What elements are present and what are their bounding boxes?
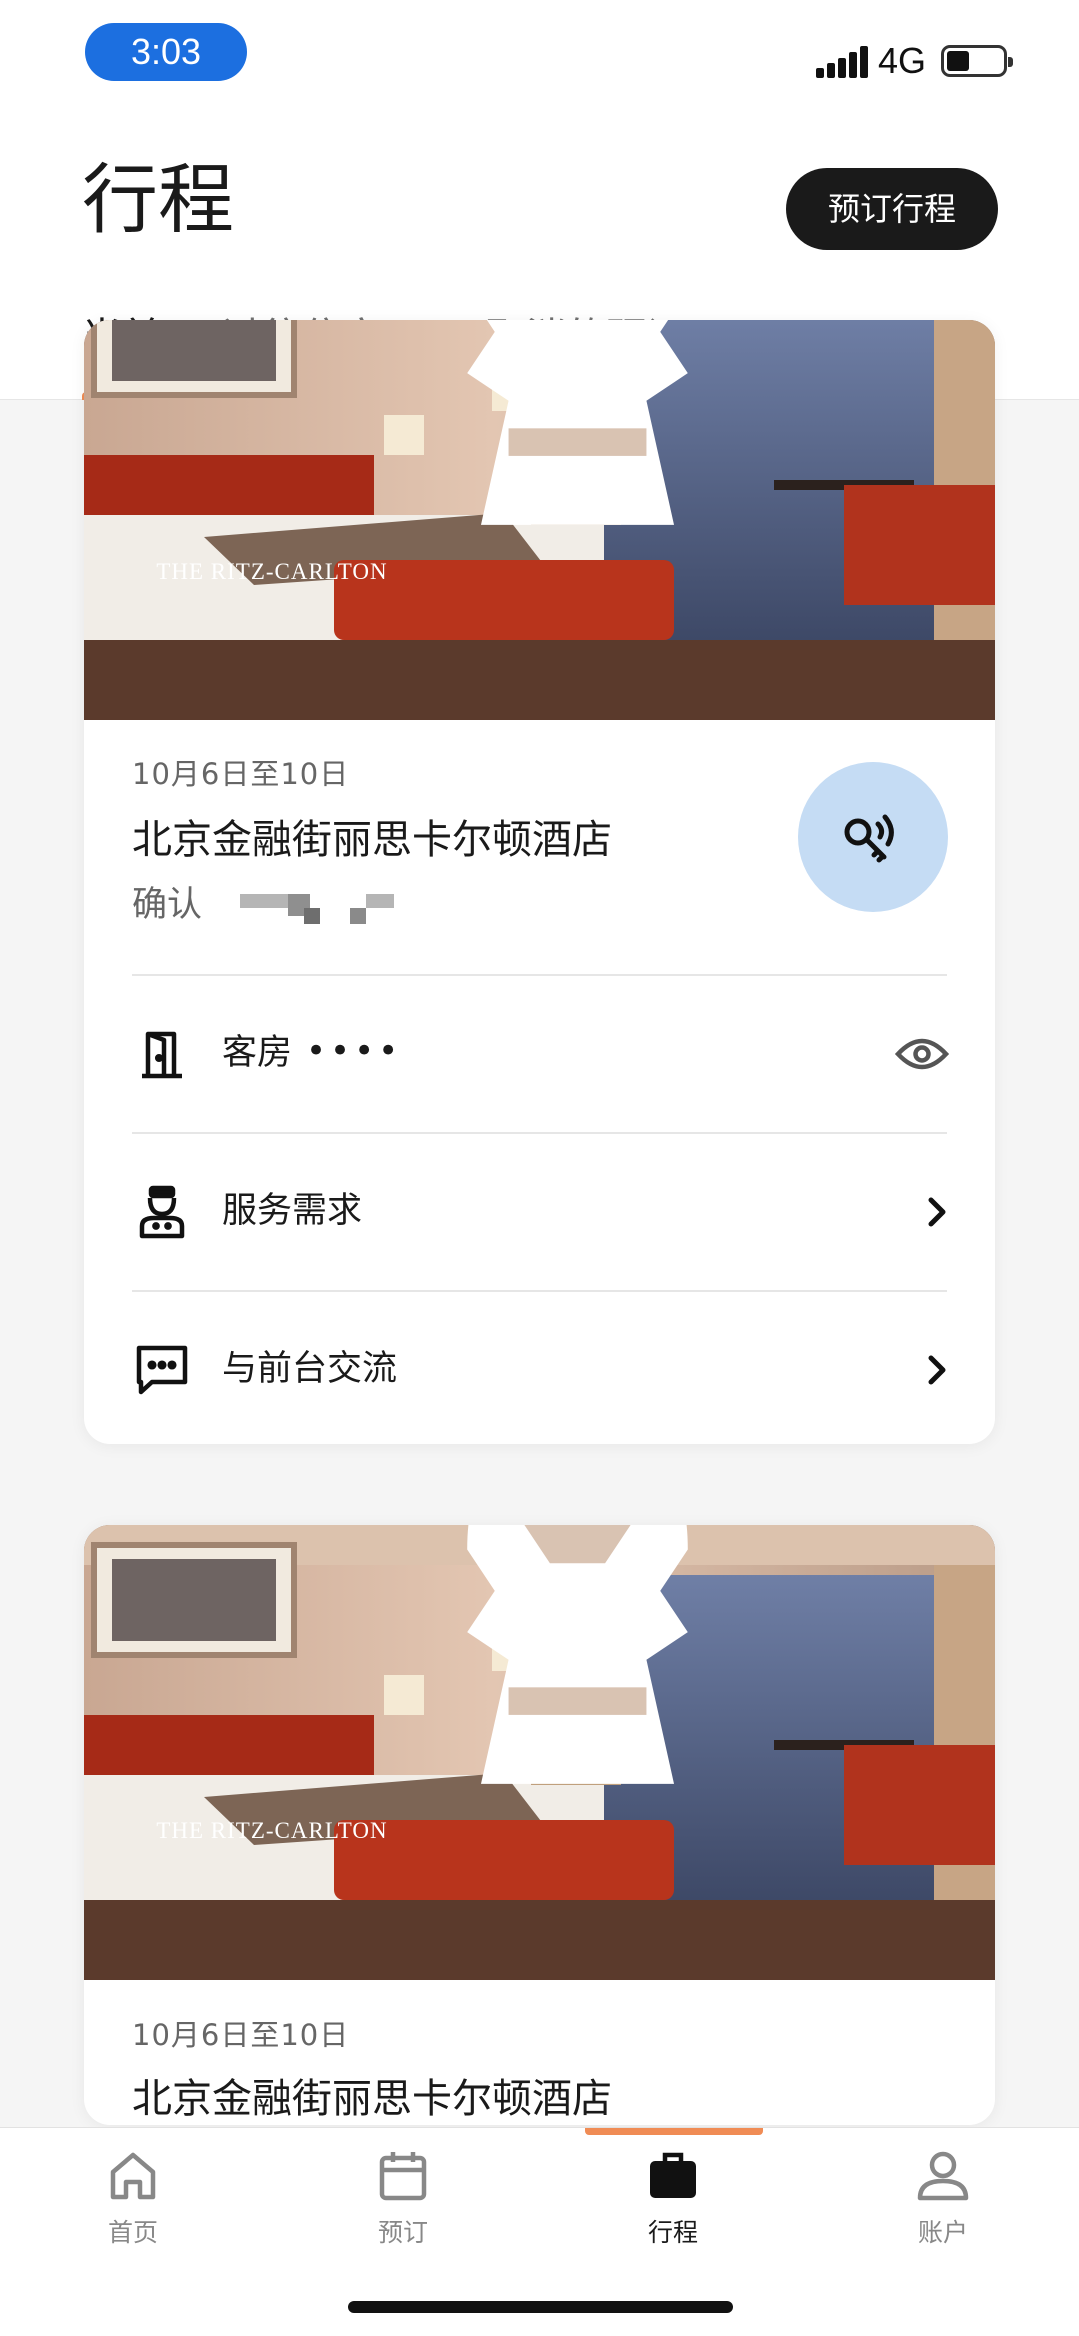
home-icon: [110, 2152, 156, 2200]
home-indicator[interactable]: [348, 2301, 733, 2313]
service-request-label: 服务需求: [222, 1191, 363, 1231]
trip-card[interactable]: THE RITZ-CARLTON 10月6日至10日 北京金融街丽思卡尔顿酒店 …: [84, 320, 995, 1444]
digital-key-icon: [844, 814, 894, 863]
book-trip-button[interactable]: 预订行程: [786, 168, 998, 250]
status-bar: 3:03 4G: [0, 0, 1079, 110]
front-desk-chat-label: 与前台交流: [222, 1349, 398, 1389]
chevron-right-icon: [923, 1352, 951, 1388]
lion-crest-icon: [467, 1525, 688, 1784]
battery-level: [947, 51, 969, 71]
trip-card[interactable]: THE RITZ-CARLTON 10月6日至10日 北京金融街丽思卡尔顿酒店: [84, 1525, 995, 2125]
room-label: 客房: [222, 1033, 293, 1073]
calendar-icon: [379, 2152, 427, 2201]
status-time: 3:03: [85, 23, 247, 81]
hotel-name: 北京金融街丽思卡尔顿酒店: [132, 2076, 612, 2122]
nav-book[interactable]: 预订: [328, 2148, 478, 2268]
eye-icon[interactable]: [894, 1032, 950, 1076]
hotel-photo: THE RITZ-CARLTON: [84, 320, 995, 720]
stay-dates: 10月6日至10日: [132, 2018, 350, 2052]
battery-icon: [941, 45, 1013, 77]
network-type: 4G: [878, 40, 927, 81]
nav-home-label: 首页: [107, 2218, 158, 2247]
stay-dates: 10月6日至10日: [132, 757, 350, 791]
nav-trips-label: 行程: [647, 2218, 698, 2247]
nav-active-indicator: [585, 2128, 763, 2135]
room-row: 客房 ••••: [84, 976, 995, 1132]
nav-trips[interactable]: 行程: [598, 2148, 748, 2268]
signal-icon: [816, 44, 868, 78]
nav-home[interactable]: 首页: [58, 2148, 208, 2268]
page-title: 行程: [82, 155, 234, 244]
chat-icon: [134, 1342, 190, 1398]
nav-account-label: 账户: [917, 2218, 968, 2247]
confirmation-label: 确认: [132, 885, 203, 925]
hotel-name: 北京金融街丽思卡尔顿酒店: [132, 817, 612, 863]
room-number-masked: ••••: [306, 1031, 403, 1071]
account-icon: [917, 2151, 969, 2201]
lion-crest-icon: [467, 320, 688, 525]
nav-book-label: 预订: [377, 2218, 428, 2247]
briefcase-icon: [650, 2152, 696, 2198]
hotel-photo: THE RITZ-CARLTON: [84, 1525, 995, 1980]
nav-account[interactable]: 账户: [868, 2148, 1018, 2268]
confirmation-number-redacted: [234, 890, 394, 926]
bellhop-icon: [134, 1184, 190, 1240]
brand-logo: THE RITZ-CARLTON: [122, 1525, 688, 1845]
door-icon: [134, 1026, 190, 1082]
brand-logo: THE RITZ-CARLTON: [122, 320, 688, 586]
chevron-right-icon: [923, 1194, 951, 1230]
front-desk-chat-row[interactable]: 与前台交流: [84, 1292, 995, 1444]
digital-key-button[interactable]: [798, 762, 948, 912]
service-request-row[interactable]: 服务需求: [84, 1134, 995, 1290]
